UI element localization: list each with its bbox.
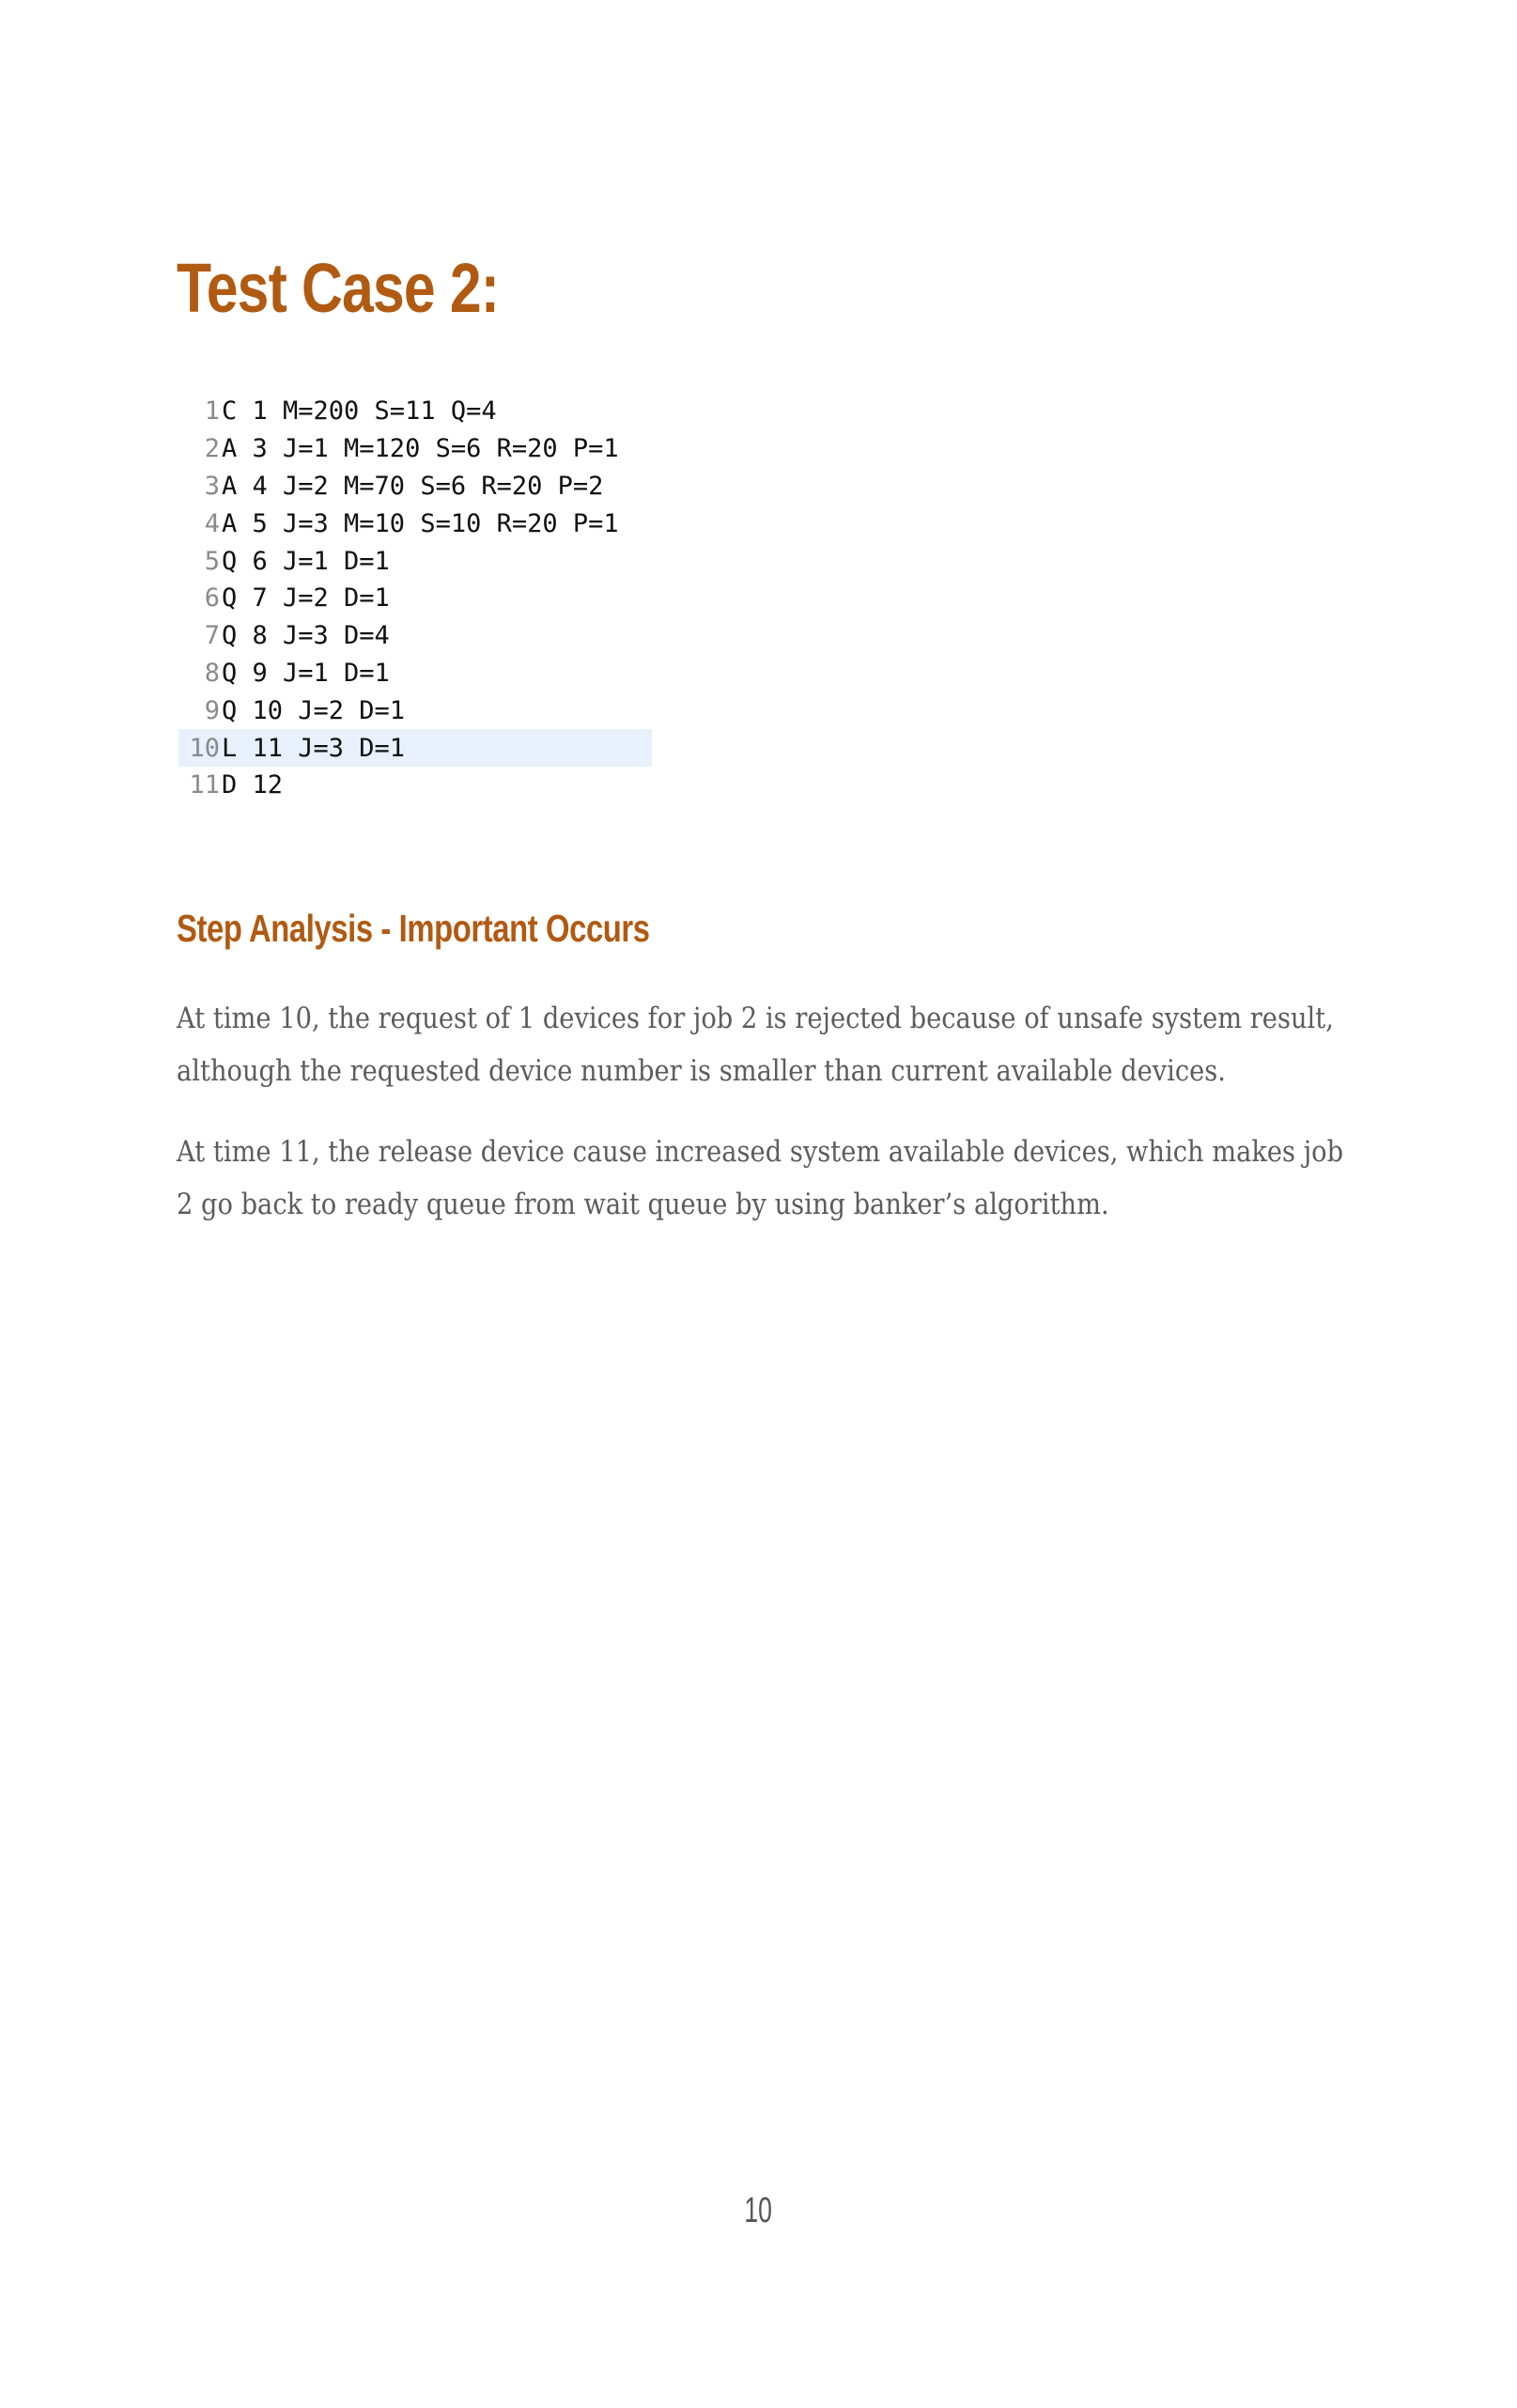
page-number-text: 10 bbox=[744, 2191, 773, 2230]
code-text: Q 7 J=2 D=1 bbox=[222, 583, 390, 614]
code-line: 5 Q 6 J=1 D=1 bbox=[178, 542, 652, 580]
line-number: 11 bbox=[189, 770, 220, 800]
page-number: 10 bbox=[0, 2191, 1517, 2231]
code-text: A 3 J=1 M=120 S=6 R=20 P=1 bbox=[222, 434, 619, 464]
code-line: 3 A 4 J=2 M=70 S=6 R=20 P=2 bbox=[178, 468, 652, 505]
code-line: 7 Q 8 J=3 D=4 bbox=[178, 617, 652, 655]
code-text: D 12 bbox=[222, 770, 284, 800]
code-text: L 11 J=3 D=1 bbox=[222, 733, 406, 763]
code-text: C 1 M=200 S=11 Q=4 bbox=[222, 396, 497, 427]
code-line: 2 A 3 J=1 M=120 S=6 R=20 P=1 bbox=[178, 430, 652, 468]
line-number: 10 bbox=[189, 733, 220, 763]
code-line: 11 D 12 bbox=[178, 767, 652, 804]
line-number: 5 bbox=[204, 546, 220, 576]
line-number: 1 bbox=[204, 396, 220, 427]
code-line-highlighted: 10 L 11 J=3 D=1 bbox=[178, 729, 652, 767]
code-text: A 5 J=3 M=10 S=10 R=20 P=1 bbox=[222, 508, 619, 538]
line-number: 3 bbox=[204, 471, 220, 501]
code-block: 1 C 1 M=200 S=11 Q=4 2 A 3 J=1 M=120 S=6… bbox=[178, 393, 652, 804]
line-number: 9 bbox=[204, 695, 220, 725]
code-line: 1 C 1 M=200 S=11 Q=4 bbox=[178, 393, 652, 430]
analysis-paragraph-2: At time 11, the release device cause inc… bbox=[177, 1135, 1344, 1221]
code-text: Q 9 J=1 D=1 bbox=[222, 658, 390, 688]
code-line: 9 Q 10 J=2 D=1 bbox=[178, 691, 652, 729]
page-title: Test Case 2: bbox=[177, 249, 500, 327]
line-number: 4 bbox=[204, 508, 220, 538]
analysis-paragraph-1: At time 10, the request of 1 devices for… bbox=[177, 1002, 1334, 1088]
line-number: 2 bbox=[204, 434, 220, 464]
line-number: 7 bbox=[204, 621, 220, 651]
code-text: A 4 J=2 M=70 S=6 R=20 P=2 bbox=[222, 471, 604, 501]
code-text: Q 6 J=1 D=1 bbox=[222, 546, 390, 576]
code-line: 4 A 5 J=3 M=10 S=10 R=20 P=1 bbox=[178, 505, 652, 542]
code-line: 8 Q 9 J=1 D=1 bbox=[178, 655, 652, 692]
code-text: Q 8 J=3 D=4 bbox=[222, 621, 390, 651]
line-number: 8 bbox=[204, 658, 220, 688]
code-line: 6 Q 7 J=2 D=1 bbox=[178, 580, 652, 617]
code-text: Q 10 J=2 D=1 bbox=[222, 695, 406, 725]
line-number: 6 bbox=[204, 583, 220, 614]
section-heading: Step Analysis - Important Occurs bbox=[177, 907, 650, 950]
